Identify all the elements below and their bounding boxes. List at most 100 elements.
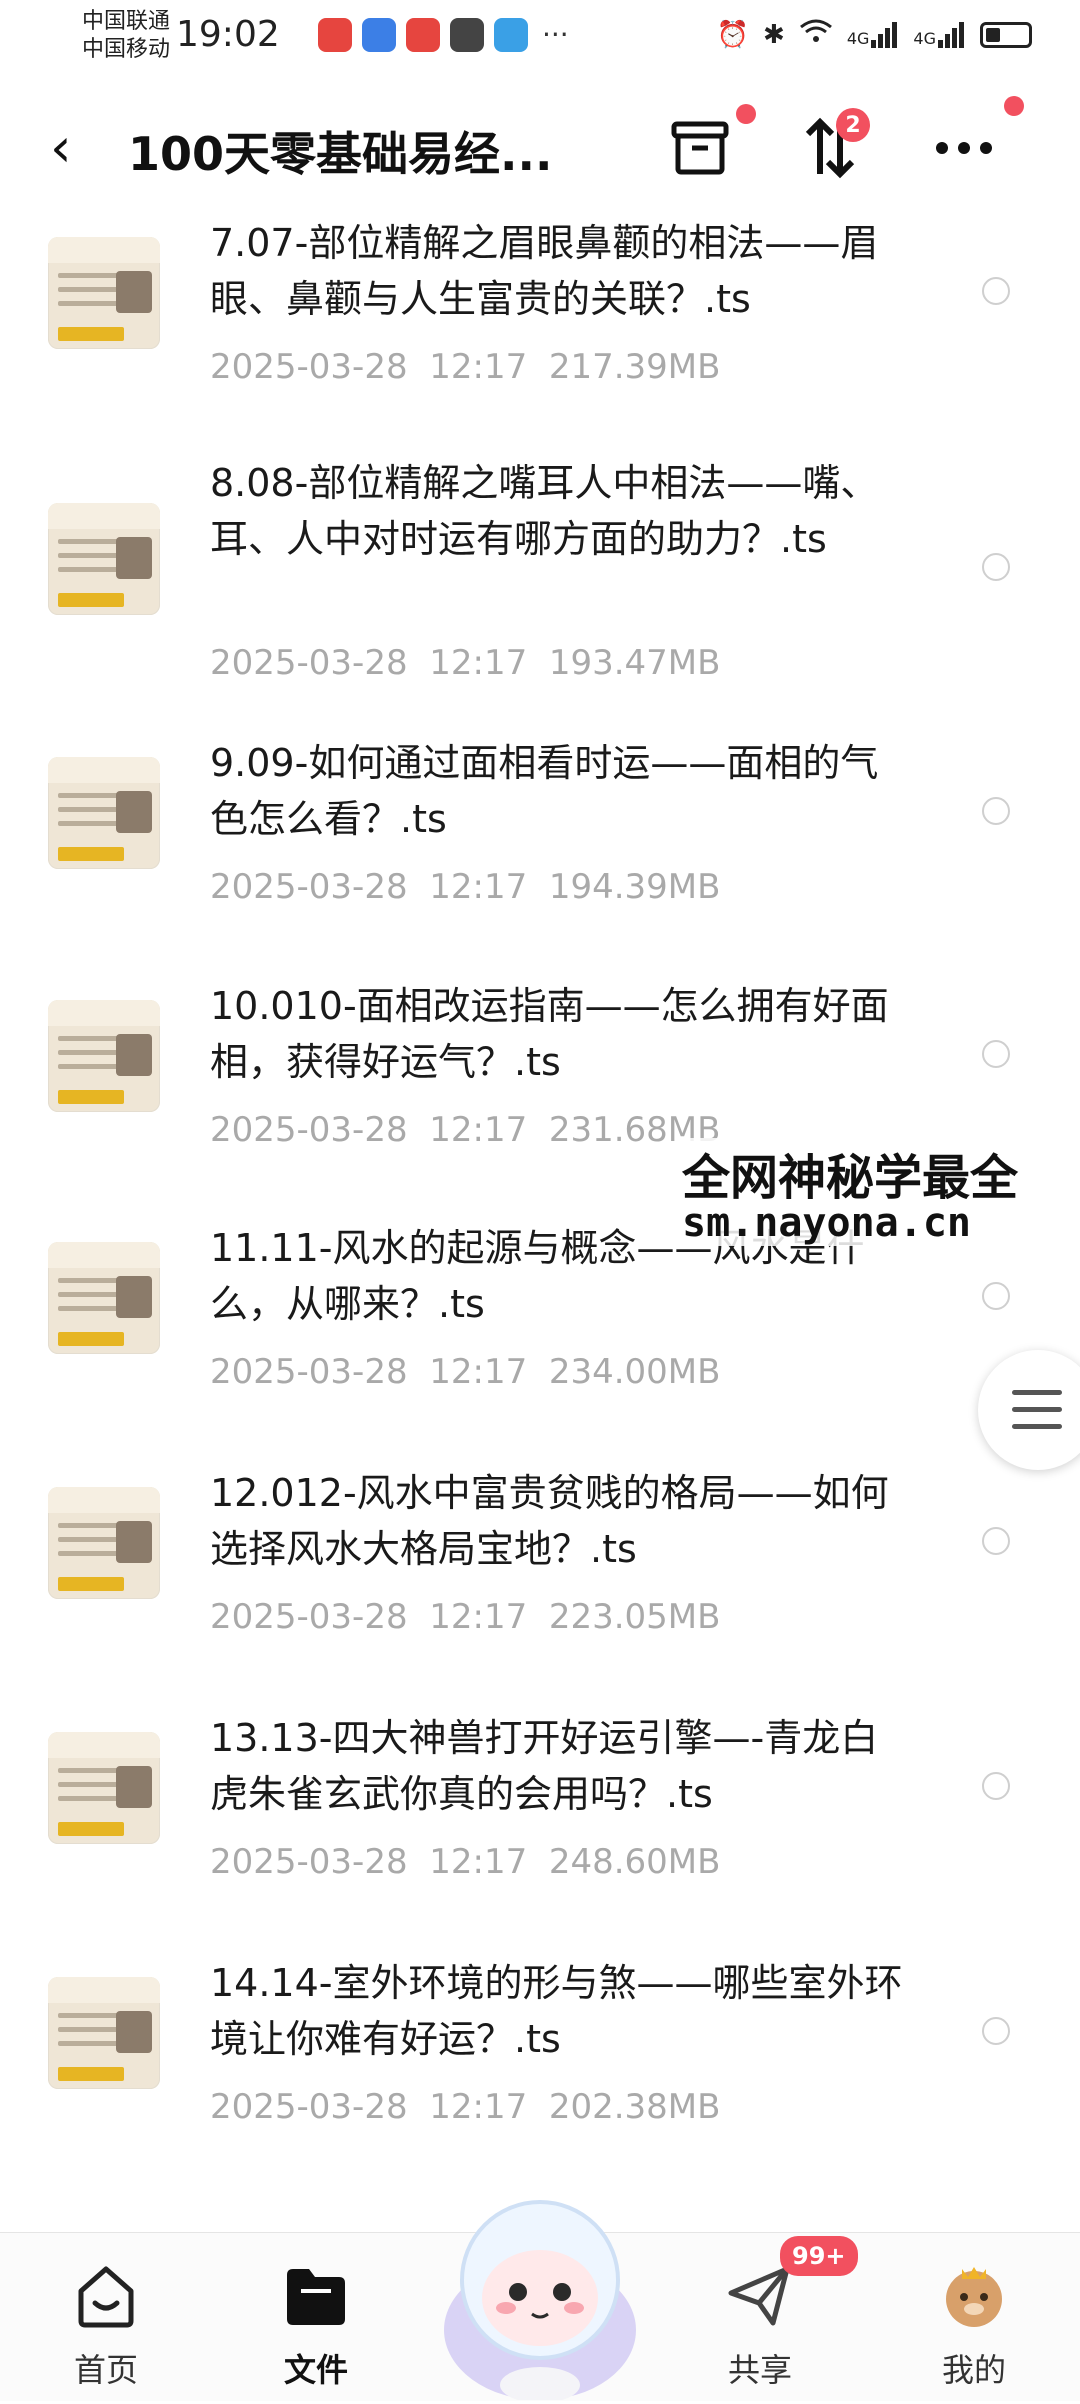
nav-files-label: 文件: [283, 2351, 348, 2389]
home-icon: [78, 2266, 134, 2328]
archive-button[interactable]: [660, 104, 756, 188]
wifi-icon: [799, 18, 833, 51]
file-size: 202.38MB: [548, 2087, 721, 2127]
select-radio[interactable]: [982, 553, 1010, 581]
file-row[interactable]: 12.012-风水中富贵贫贱的格局——如何选择风水大格局宝地？.ts 2025-…: [0, 1455, 1080, 1700]
file-row[interactable]: 8.08-部位精解之嘴耳人中相法——嘴、耳、人中对时运有哪方面的助力？.ts 2…: [0, 445, 1080, 690]
signal-icon-1: 4G: [846, 21, 900, 48]
signal-icon-2: 4G: [913, 21, 966, 48]
video-thumbnail: [48, 1242, 160, 1354]
video-thumbnail: [48, 1000, 160, 1112]
file-size: 234.00MB: [548, 1352, 721, 1392]
system-icons: ⏰ ✱ 4G 4G: [717, 18, 1032, 51]
watermark-title: 全网神秘学最全: [676, 1138, 1025, 1208]
file-meta: 2025-03-28 12:17 248.60MB: [210, 1842, 720, 1882]
back-arrow-icon[interactable]: ‹: [50, 116, 72, 179]
nav-files[interactable]: 文件: [246, 2249, 386, 2399]
file-time: 12:17: [429, 1352, 528, 1392]
file-time: 12:17: [429, 1597, 528, 1637]
notification-icons: ···: [318, 18, 569, 52]
nav-mine[interactable]: 我的: [904, 2249, 1044, 2399]
top-app-bar: ‹ 100天零基础易经... 2: [0, 80, 1080, 210]
select-radio[interactable]: [982, 1040, 1010, 1068]
video-thumbnail: [48, 237, 160, 349]
file-row[interactable]: 11.11-风水的起源与概念——风水是什么，从哪来？.ts 2025-03-28…: [0, 1210, 1080, 1455]
paper-plane-icon: [728, 2266, 790, 2326]
file-date: 2025-03-28: [210, 1842, 408, 1882]
file-size: 194.39MB: [548, 867, 721, 907]
network-type-2: 4G: [913, 28, 936, 48]
carrier-info: 中国联通 中国移动: [82, 8, 170, 64]
avatar-icon: [946, 2267, 1002, 2327]
more-options-button[interactable]: [924, 96, 1024, 188]
file-time: 12:17: [429, 1110, 528, 1150]
huawei-app-icon: [318, 18, 352, 52]
app-notification-icon: [450, 18, 484, 52]
network-type-1: 4G: [846, 28, 870, 48]
transfer-count-badge: 2: [836, 108, 870, 142]
select-radio[interactable]: [982, 1282, 1010, 1310]
file-date: 2025-03-28: [210, 1110, 408, 1150]
file-name: 13.13-四大神兽打开好运引擎—-青龙白虎朱雀玄武你真的会用吗？.ts: [210, 1716, 879, 1816]
file-meta: 2025-03-28 12:17 217.39MB: [210, 347, 720, 387]
carrier-1: 中国联通: [82, 9, 171, 34]
file-time: 12:17: [429, 643, 528, 683]
file-time: 12:17: [429, 347, 528, 387]
video-thumbnail: [48, 757, 160, 869]
alarm-icon: ⏰: [716, 19, 750, 50]
nav-share-label: 共享: [727, 2351, 792, 2389]
file-row[interactable]: 9.09-如何通过面相看时运——面相的气色怎么看？.ts 2025-03-28 …: [0, 725, 1080, 970]
file-date: 2025-03-28: [210, 1352, 408, 1392]
select-radio[interactable]: [982, 1527, 1010, 1555]
battery-icon: [980, 21, 1032, 48]
video-thumbnail: [48, 1732, 160, 1844]
status-bar: 中国联通 中国移动 19:02 ··· ⏰ ✱ 4G 4G: [0, 0, 1080, 70]
file-time: 12:17: [429, 867, 528, 907]
file-meta: 2025-03-28 12:17 223.05MB: [210, 1597, 720, 1637]
transfer-button[interactable]: 2: [790, 108, 870, 188]
file-name: 12.012-风水中富贵贫贱的格局——如何选择风水大格局宝地？.ts: [210, 1471, 889, 1571]
assistant-mascot-button[interactable]: [430, 2180, 650, 2403]
weather-icon: [494, 18, 528, 52]
file-size: 217.39MB: [548, 347, 721, 387]
folder-icon: [287, 2269, 345, 2325]
nav-mine-label: 我的: [941, 2351, 1006, 2389]
bluetooth-icon: ✱: [763, 19, 785, 50]
file-row[interactable]: 7.07-部位精解之眉眼鼻颧的相法——眉眼、鼻颧与人生富贵的关联？.ts 202…: [0, 205, 1080, 450]
share-count-badge: 99+: [780, 2236, 858, 2276]
file-size: 193.47MB: [548, 643, 721, 683]
app-notification-icon: [362, 18, 396, 52]
more-notification-dot: [1004, 96, 1024, 116]
file-meta: 2025-03-28 12:17 193.47MB: [210, 643, 720, 683]
select-radio[interactable]: [982, 797, 1010, 825]
mascot-icon: [444, 2200, 636, 2403]
select-radio[interactable]: [982, 277, 1010, 305]
video-thumbnail: [48, 1977, 160, 2089]
file-name: 14.14-室外环境的形与煞——哪些室外环境让你难有好运？.ts: [210, 1961, 903, 2061]
file-date: 2025-03-28: [210, 2087, 408, 2127]
file-date: 2025-03-28: [210, 347, 408, 387]
watermark-url: sm.nayona.cn: [676, 1200, 977, 1246]
video-thumbnail: [48, 1487, 160, 1599]
file-meta: 2025-03-28 12:17 194.39MB: [210, 867, 720, 907]
file-name: 10.010-面相改运指南——怎么拥有好面相，获得好运气？.ts: [210, 984, 889, 1084]
file-meta: 2025-03-28 12:17 234.00MB: [210, 1352, 720, 1392]
file-date: 2025-03-28: [210, 643, 408, 683]
file-time: 12:17: [429, 2087, 528, 2127]
archive-notification-dot: [736, 104, 756, 124]
select-radio[interactable]: [982, 2017, 1010, 2045]
nav-home[interactable]: 首页: [36, 2249, 176, 2399]
file-meta: 2025-03-28 12:17 202.38MB: [210, 2087, 720, 2127]
file-row[interactable]: 14.14-室外环境的形与煞——哪些室外环境让你难有好运？.ts 2025-03…: [0, 1945, 1080, 2190]
status-time: 19:02: [176, 14, 280, 55]
folder-title: 100天零基础易经...: [128, 127, 553, 181]
select-radio[interactable]: [982, 1772, 1010, 1800]
file-date: 2025-03-28: [210, 1597, 408, 1637]
carrier-2: 中国移动: [82, 37, 171, 62]
archive-box-icon: [671, 121, 729, 175]
nav-home-label: 首页: [73, 2351, 138, 2389]
file-row[interactable]: 13.13-四大神兽打开好运引擎—-青龙白虎朱雀玄武你真的会用吗？.ts 202…: [0, 1700, 1080, 1945]
file-time: 12:17: [429, 1842, 528, 1882]
file-name: 7.07-部位精解之眉眼鼻颧的相法——眉眼、鼻颧与人生富贵的关联？.ts: [210, 221, 879, 321]
more-notifications-icon: ···: [542, 18, 569, 51]
